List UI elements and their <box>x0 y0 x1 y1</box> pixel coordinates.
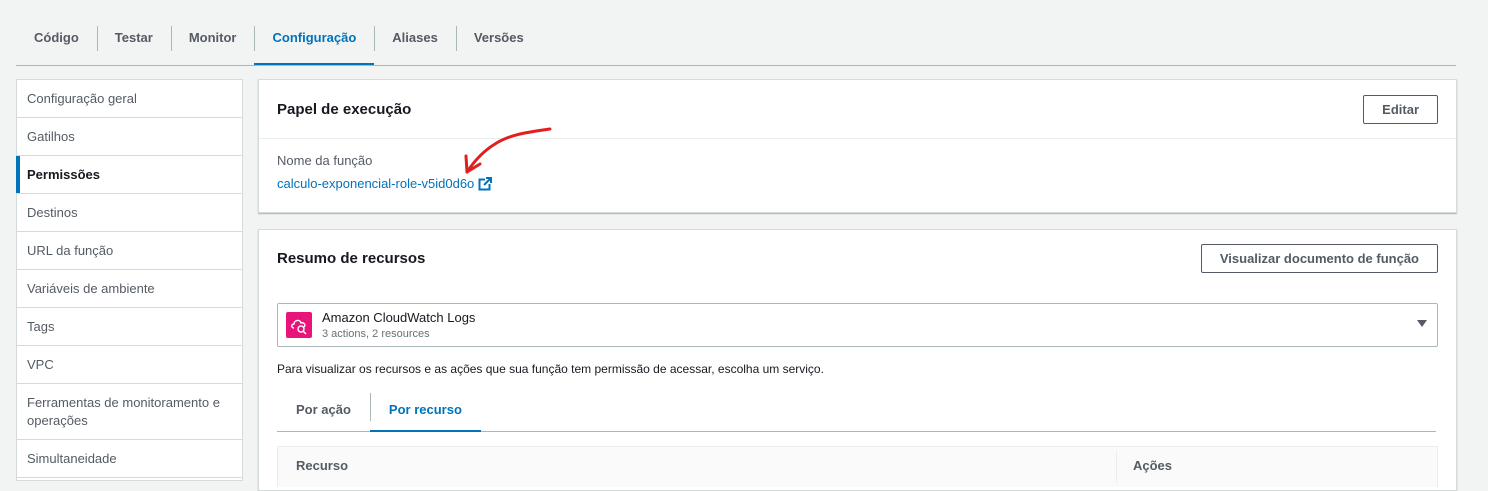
view-policy-document-button[interactable]: Visualizar documento de função <box>1200 243 1438 273</box>
sidebar-item-vpc[interactable]: VPC <box>17 346 242 384</box>
execution-role-header: Papel de execução Editar <box>259 80 1456 139</box>
subtab-por-acao[interactable]: Por ação <box>277 387 370 431</box>
red-annotation-arrow-icon <box>464 127 552 174</box>
column-divider <box>1116 451 1117 483</box>
sidebar-item-ferramentas-monitoramento[interactable]: Ferramentas de monitoramento e operações <box>17 384 242 440</box>
execution-role-title: Papel de execução <box>277 100 412 118</box>
sidebar-item-url-da-funcao[interactable]: URL da função <box>17 232 242 270</box>
tab-configuracao[interactable]: Configuração <box>254 17 375 65</box>
role-name-label: Nome da função <box>277 153 373 168</box>
role-name-text[interactable]: calculo-exponencial-role-v5id0d6o <box>277 176 474 191</box>
tab-codigo[interactable]: Código <box>16 17 97 57</box>
cloudwatch-logs-icon <box>286 312 312 338</box>
resource-summary-title: Resumo de recursos <box>277 249 426 267</box>
sidebar-item-configuracao-geral[interactable]: Configuração geral <box>17 80 242 118</box>
resource-summary-panel: Resumo de recursos Visualizar documento … <box>258 229 1457 491</box>
sidebar-item-destinos[interactable]: Destinos <box>17 194 242 232</box>
service-description: 3 actions, 2 resources <box>322 328 430 340</box>
tab-monitor[interactable]: Monitor <box>170 17 255 57</box>
tab-versoes[interactable]: Versões <box>455 17 542 57</box>
sidebar-item-simultaneidade[interactable]: Simultaneidade <box>17 440 242 478</box>
subtab-por-recurso[interactable]: Por recurso <box>369 387 481 432</box>
sidebar-item-permissoes[interactable]: Permissões <box>16 156 242 194</box>
sidebar-item-tags[interactable]: Tags <box>17 308 242 346</box>
tab-aliases[interactable]: Aliases <box>374 17 456 57</box>
config-sidebar: Configuração geral Gatilhos Permissões D… <box>16 79 243 481</box>
caret-down-icon[interactable] <box>1417 320 1427 327</box>
service-help-text: Para visualizar os recursos e as ações q… <box>277 362 824 376</box>
resource-subtabs: Por ação Por recurso <box>277 387 1436 432</box>
edit-button[interactable]: Editar <box>1363 94 1438 124</box>
main-tabs: Código Testar Monitor Configuração Alias… <box>16 17 1456 66</box>
service-name: Amazon CloudWatch Logs <box>322 310 476 325</box>
resources-table-header: Recurso Ações <box>277 446 1438 487</box>
tab-testar[interactable]: Testar <box>96 17 171 57</box>
sidebar-item-gatilhos[interactable]: Gatilhos <box>17 118 242 156</box>
service-select[interactable]: Amazon CloudWatch Logs 3 actions, 2 reso… <box>277 303 1438 347</box>
execution-role-panel: Papel de execução Editar Nome da função … <box>258 79 1457 213</box>
sidebar-item-variaveis-de-ambiente[interactable]: Variáveis de ambiente <box>17 270 242 308</box>
resource-summary-header: Resumo de recursos Visualizar documento … <box>259 230 1456 286</box>
